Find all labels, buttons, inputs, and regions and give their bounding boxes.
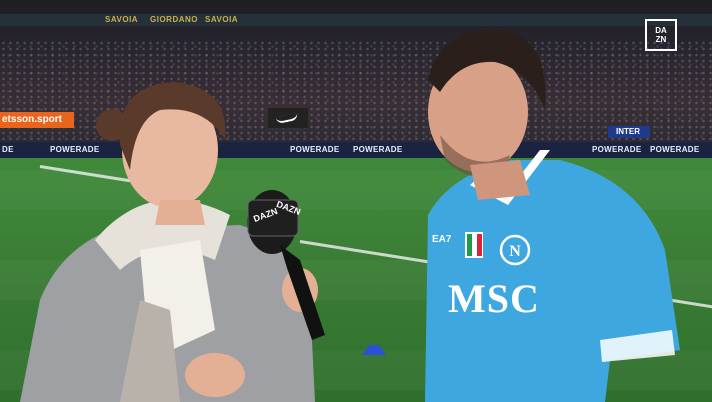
dazn-logo: DA ZN [645,19,677,51]
player-neck [470,160,530,200]
flag-red [477,234,482,256]
shirt-sponsor: MSC [448,276,540,321]
interviewer-neck [155,200,205,225]
player: N [425,29,680,402]
crest-letter: N [509,243,521,260]
hair-bun [96,109,128,141]
interviewer-hand [185,353,245,397]
people-layer: N [20,29,680,402]
flag-green [467,234,472,256]
interview-frame: SAVOIA GIORDANO SAVOIA etsson.sport INTE… [0,0,712,402]
kit-maker-logo: EA7 [432,234,452,245]
dazn-logo-line: DA [655,26,667,35]
dazn-logo-line: ZN [655,35,667,44]
